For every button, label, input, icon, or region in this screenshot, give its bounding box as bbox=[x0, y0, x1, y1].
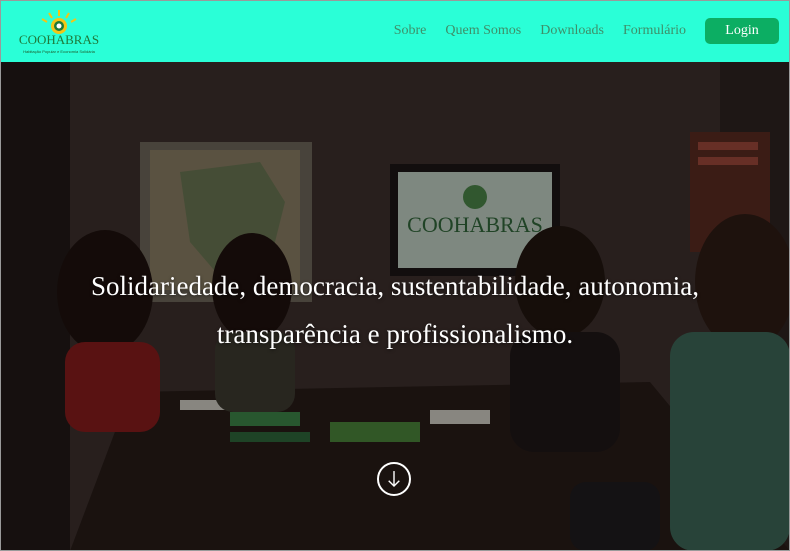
nav-link-downloads[interactable]: Downloads bbox=[540, 23, 604, 39]
main-nav: Sobre Quem Somos Downloads Formulário Lo… bbox=[375, 18, 779, 44]
hero-headline-line1: Solidariedade, democracia, sustentabilid… bbox=[90, 271, 700, 301]
nav-link-sobre[interactable]: Sobre bbox=[394, 23, 427, 39]
top-navbar: COOHABRAS Habitação Popular e Economia S… bbox=[0, 0, 790, 62]
hero-headline-line2: transparência e profissionalismo. bbox=[216, 319, 574, 349]
coohabras-logo[interactable]: COOHABRAS Habitação Popular e Economia S… bbox=[14, 6, 104, 56]
svg-text:Habitação Popular e Economia S: Habitação Popular e Economia Solidária bbox=[23, 49, 96, 54]
svg-text:COOHABRAS: COOHABRAS bbox=[19, 32, 99, 47]
hero-headline: Solidariedade, democracia, sustentabilid… bbox=[20, 262, 770, 358]
hero-section: COOHABRAS Solidariedade, democracia, sus… bbox=[0, 62, 790, 551]
nav-link-formulario[interactable]: Formulário bbox=[623, 23, 686, 39]
login-button[interactable]: Login bbox=[705, 18, 779, 44]
arrow-down-circle-icon bbox=[388, 471, 400, 488]
scroll-down-button[interactable] bbox=[377, 462, 411, 496]
nav-link-quem-somos[interactable]: Quem Somos bbox=[445, 23, 521, 39]
